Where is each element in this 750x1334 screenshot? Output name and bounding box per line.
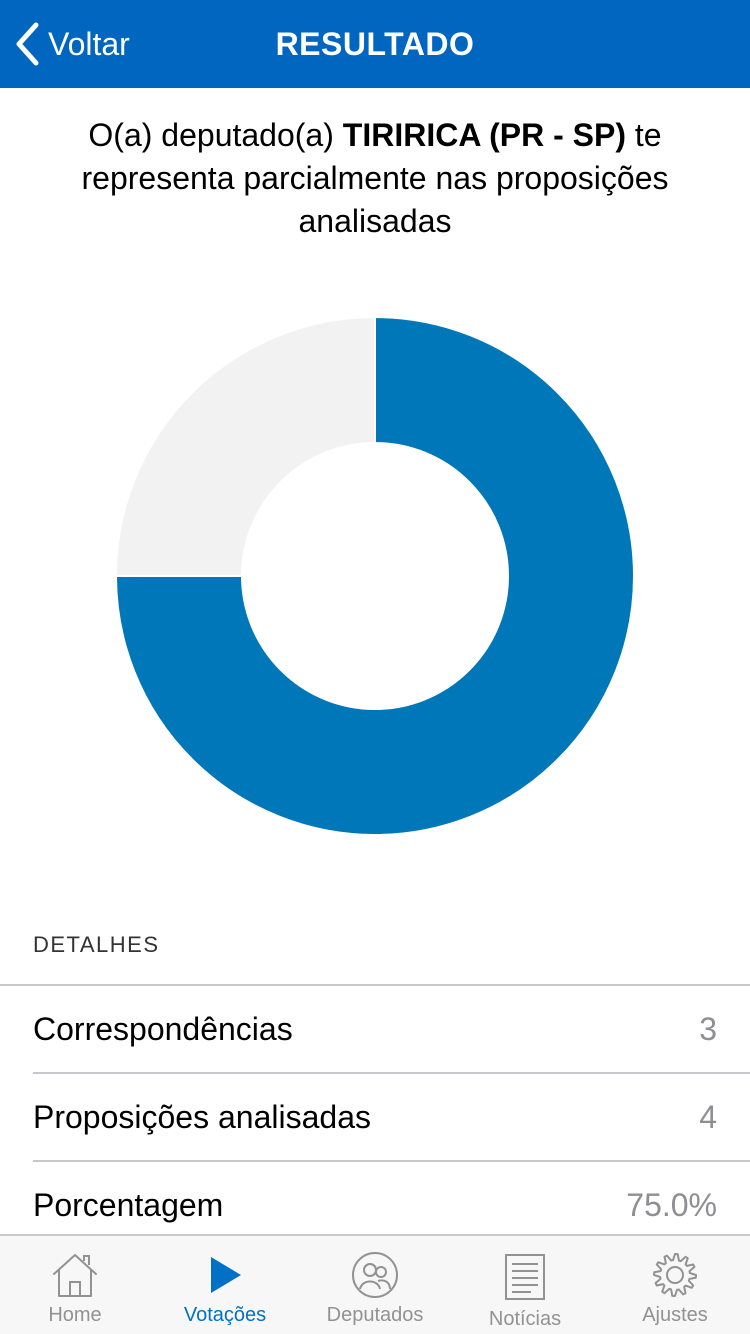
gear-icon	[653, 1253, 697, 1297]
details-row-proposicoes: Proposições analisadas 4	[0, 1073, 750, 1161]
tab-votacoes[interactable]: Votações	[150, 1236, 300, 1334]
details-section-header: DETALHES	[33, 932, 160, 957]
donut-slice-1	[115, 316, 376, 577]
tab-label: Notícias	[488, 1308, 562, 1330]
row-label: Proposições analisadas	[33, 1098, 371, 1135]
tab-label: Home	[48, 1304, 102, 1326]
row-value: 3	[699, 1010, 717, 1047]
tab-noticias[interactable]: Notícias	[450, 1236, 600, 1334]
tab-home[interactable]: Home	[0, 1236, 150, 1334]
deputy-name: TIRIRICA (PR - SP)	[342, 117, 627, 153]
row-label: Porcentagem	[33, 1186, 224, 1223]
play-icon	[211, 1257, 241, 1293]
tab-bar: Home Votações Deputados Notícias Ajustes	[0, 1234, 750, 1334]
headline-prefix: O(a) deputado(a)	[88, 117, 343, 153]
navigation-bar: Voltar RESULTADO	[0, 0, 750, 88]
home-icon	[53, 1254, 97, 1297]
people-icon	[352, 1252, 398, 1298]
news-icon	[505, 1254, 545, 1300]
tab-label: Votações	[183, 1304, 267, 1326]
tab-label: Ajustes	[642, 1304, 708, 1326]
representation-donut-chart	[115, 316, 635, 836]
tab-label: Deputados	[326, 1304, 424, 1326]
row-label: Correspondências	[33, 1010, 293, 1047]
row-value: 4	[699, 1098, 717, 1135]
row-value: 75.0%	[626, 1186, 717, 1223]
result-headline: O(a) deputado(a) TIRIRICA (PR - SP) te r…	[30, 114, 720, 243]
page-title: RESULTADO	[275, 26, 475, 62]
tab-ajustes[interactable]: Ajustes	[600, 1236, 750, 1334]
tab-deputados[interactable]: Deputados	[300, 1236, 450, 1334]
details-row-correspondencias: Correspondências 3	[0, 985, 750, 1073]
